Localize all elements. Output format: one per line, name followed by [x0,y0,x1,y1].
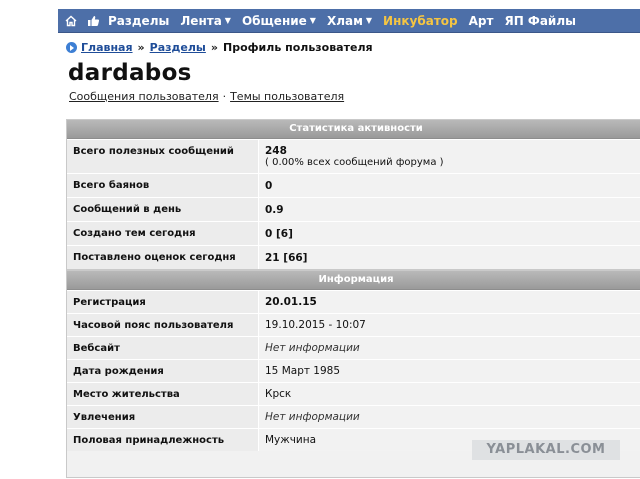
nav-item-label: Общение [241,13,307,28]
activity-stats-table: Статистика активности Всего полезных соо… [66,119,640,270]
page-title-username: dardabos [68,60,192,86]
info-value: Нет информации [265,411,360,423]
info-row: Место жительства Крск [67,382,640,405]
nav-item-2[interactable]: Общение ▼ [242,14,316,28]
info-label: Увлечения [67,406,259,428]
info-label: Половая принадлежность [67,429,259,451]
caret-down-icon: ▼ [309,16,316,25]
stats-label: Всего баянов [67,174,259,197]
nav-item-6[interactable]: ЯП Файлы [504,14,576,28]
breadcrumb-separator: » [210,41,218,54]
breadcrumb-separator: » [137,41,145,54]
nav-item-3[interactable]: Хлам ▼ [327,14,372,28]
info-value: Крск [265,388,292,400]
nav-item-label: Хлам [326,13,363,28]
stats-value: 0.9 [265,203,284,216]
info-value-cell: 20.01.15 [259,291,640,313]
info-label: Место жительства [67,383,259,405]
nav-item-4[interactable]: Инкубатор [383,14,458,28]
nav-item-label: Арт [468,13,494,28]
info-value: Нет информации [265,342,360,354]
caret-down-icon: ▼ [365,16,373,25]
info-value-cell: Нет информации [259,406,640,428]
stats-value: 21 [66] [265,251,308,264]
breadcrumb-sections-link[interactable]: Разделы [150,41,206,54]
activity-stats-header: Статистика активности [67,120,640,139]
nav-item-label: Лента [180,13,222,28]
breadcrumb: Главная » Разделы » Профиль пользователя [66,41,373,54]
info-value: 15 Март 1985 [265,365,341,377]
stats-value: 0 [6] [265,227,293,240]
user-links: Сообщения пользователя · Темы пользователя [69,90,344,103]
info-row: Увлечения Нет информации [67,405,640,428]
stats-value-cell: 21 [66] [259,246,640,269]
info-label: Часовой пояс пользователя [67,314,259,336]
info-value-cell: Крск [259,383,640,405]
stats-value: 0 [265,179,273,192]
stats-label: Сообщений в день [67,198,259,221]
stats-label: Поставлено оценок сегодня [67,246,259,269]
stats-value-cell: 0 [259,174,640,197]
home-icon[interactable] [64,14,78,28]
info-value-cell: 15 Март 1985 [259,360,640,382]
user-info-header: Информация [67,271,640,290]
stats-subvalue: ( 0.00% всех сообщений форума ) [265,157,444,168]
stats-row: Сообщений в день 0.9 [67,197,640,221]
info-value-cell: 19.10.2015 - 10:07 [259,314,640,336]
info-row: Часовой пояс пользователя 19.10.2015 - 10… [67,313,640,336]
thumbs-up-icon[interactable] [86,14,100,28]
nav-item-label: Разделы [108,13,170,28]
stats-label: Всего полезных сообщений [67,140,259,173]
info-label: Вебсайт [67,337,259,359]
info-label: Дата рождения [67,360,259,382]
info-value-cell: Нет информации [259,337,640,359]
breadcrumb-home-link[interactable]: Главная [81,41,133,54]
stats-row: Создано тем сегодня 0 [6] [67,221,640,245]
breadcrumb-current: Профиль пользователя [223,41,373,54]
stats-value-cell: 0 [6] [259,222,640,245]
stats-row: Всего полезных сообщений 248( 0.00% всех … [67,139,640,173]
info-value: 20.01.15 [265,296,317,308]
stats-label: Создано тем сегодня [67,222,259,245]
stats-value-cell: 0.9 [259,198,640,221]
info-row: Вебсайт Нет информации [67,336,640,359]
info-label: Регистрация [67,291,259,313]
nav-item-0[interactable]: Разделы [108,14,169,28]
nav-item-label: Инкубатор [383,13,458,28]
info-row: Дата рождения 15 Март 1985 [67,359,640,382]
info-value: 19.10.2015 - 10:07 [265,319,366,331]
nav-item-5[interactable]: Арт [469,14,494,28]
user-posts-link[interactable]: Сообщения пользователя [69,90,219,103]
info-row: Регистрация 20.01.15 [67,290,640,313]
breadcrumb-arrow-icon [66,42,77,53]
nav-item-1[interactable]: Лента ▼ [180,14,231,28]
top-nav-bar: Разделы Лента ▼ Общение ▼ Хлам ▼ Инкубатор Арт ЯП… [58,9,640,33]
stats-value-cell: 248( 0.00% всех сообщений форума ) [259,140,640,173]
nav-item-label: ЯП Файлы [504,13,576,28]
link-separator: · [222,90,227,103]
watermark-logo: YAPLAKAL.COM [472,440,620,460]
user-topics-link[interactable]: Темы пользователя [230,90,344,103]
stats-row: Всего баянов 0 [67,173,640,197]
caret-down-icon: ▼ [224,16,231,25]
stats-value: 248 [265,145,287,157]
stats-row: Поставлено оценок сегодня 21 [66] [67,245,640,269]
